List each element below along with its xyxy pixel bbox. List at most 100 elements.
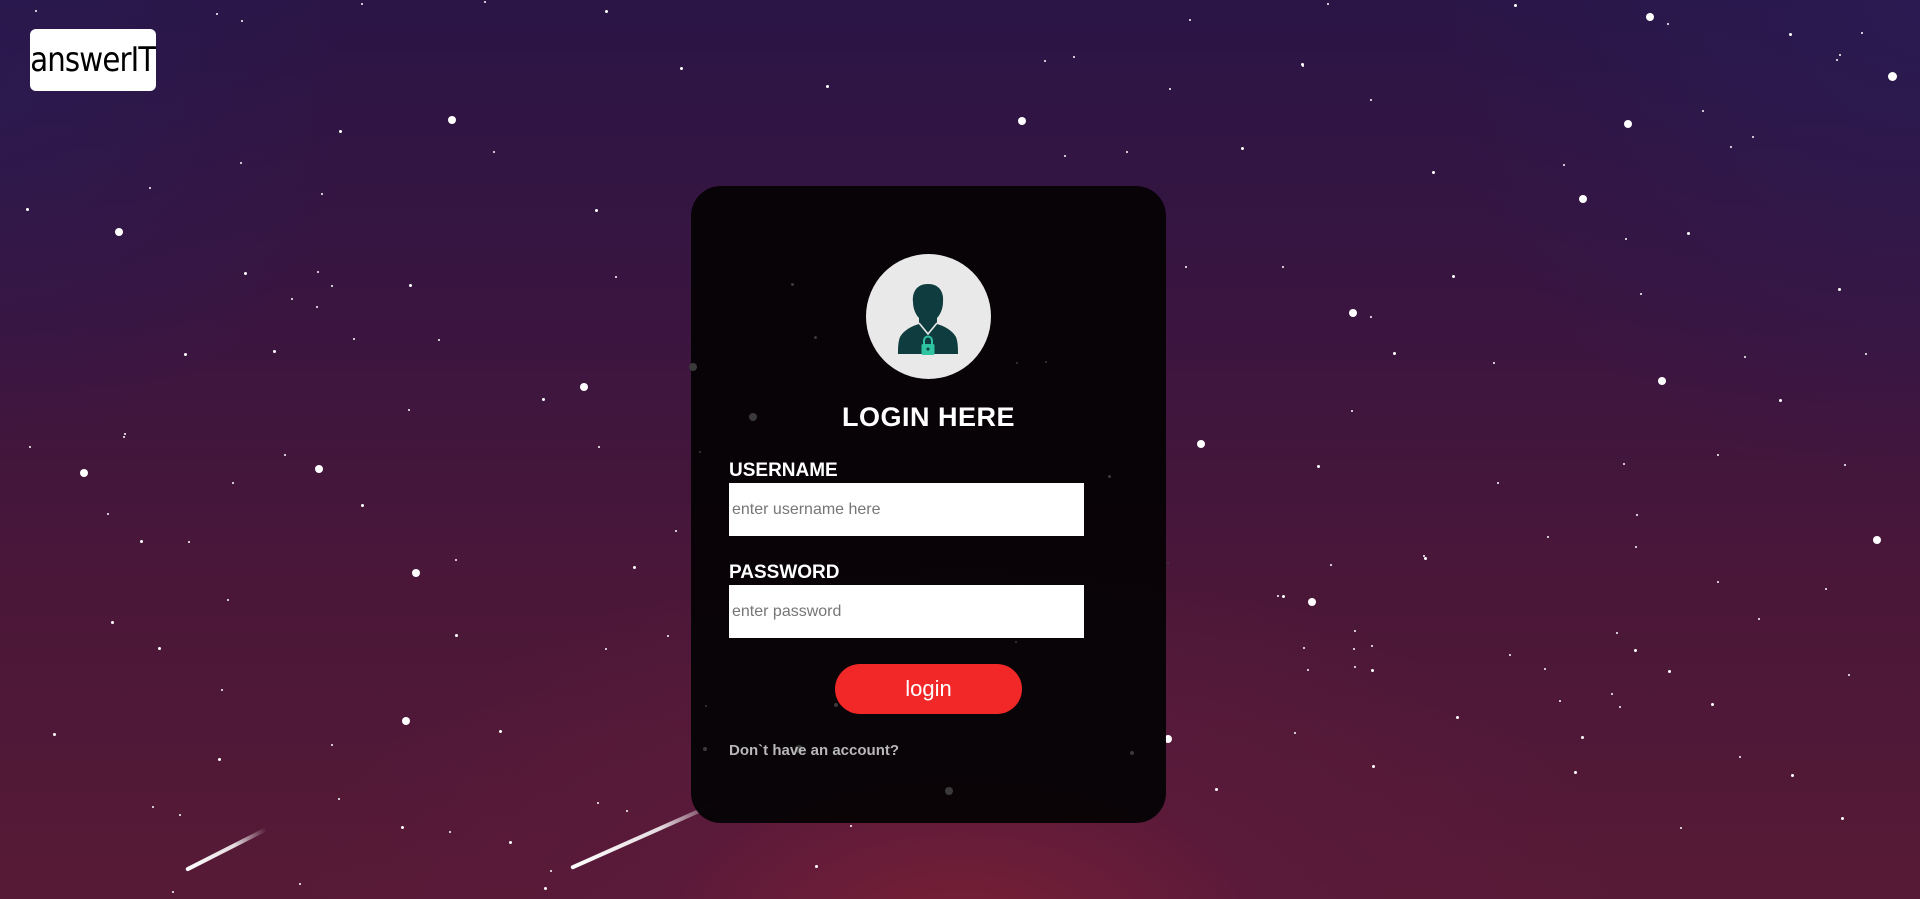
- card-particle: [699, 451, 701, 453]
- star: [299, 883, 301, 885]
- star: [1848, 674, 1850, 676]
- star: [1667, 23, 1669, 25]
- star: [400, 825, 404, 829]
- star: [455, 559, 457, 561]
- star: [1680, 827, 1682, 829]
- star: [597, 802, 599, 804]
- star: [321, 193, 323, 195]
- star: [408, 283, 412, 287]
- star: [1625, 238, 1627, 240]
- star: [1619, 706, 1621, 708]
- star: [1744, 356, 1746, 358]
- card-particle: [1167, 562, 1169, 564]
- star: [1277, 595, 1279, 597]
- star: [52, 732, 56, 736]
- star: [1752, 136, 1754, 138]
- card-particle: [1015, 641, 1017, 643]
- star: [353, 338, 355, 340]
- star: [1370, 668, 1374, 672]
- star: [1354, 630, 1356, 632]
- star: [1635, 546, 1637, 548]
- star: [1844, 464, 1846, 466]
- star: [1667, 669, 1671, 673]
- card-particle: [813, 335, 817, 339]
- star: [1281, 594, 1285, 598]
- star: [241, 20, 243, 22]
- star: [291, 298, 293, 300]
- star: [1836, 59, 1838, 61]
- star: [1351, 410, 1353, 412]
- star: [232, 482, 234, 484]
- star: [814, 864, 818, 868]
- star: [1837, 287, 1841, 291]
- star: [1710, 702, 1714, 706]
- card-particle: [1016, 362, 1018, 364]
- star: [1451, 274, 1455, 278]
- star: [1790, 773, 1794, 777]
- star: [360, 503, 364, 507]
- star: [1825, 588, 1827, 590]
- password-input[interactable]: [729, 585, 1084, 638]
- login-button[interactable]: login: [835, 664, 1022, 714]
- star: [315, 465, 323, 473]
- star: [35, 10, 37, 12]
- star: [152, 806, 154, 808]
- star: [605, 648, 607, 650]
- star: [1513, 3, 1517, 7]
- star: [139, 539, 143, 543]
- star: [1861, 32, 1863, 34]
- star: [284, 454, 286, 456]
- star: [217, 757, 221, 761]
- star: [149, 187, 151, 189]
- star: [1559, 700, 1561, 702]
- star: [454, 633, 458, 637]
- star: [1658, 377, 1666, 385]
- star: [1300, 62, 1304, 66]
- star: [1887, 71, 1897, 81]
- star: [157, 646, 161, 650]
- brand-logo[interactable]: answerIT: [30, 29, 156, 91]
- star: [1349, 309, 1357, 317]
- star: [1303, 647, 1305, 649]
- background-scene: answerIT LOGIN HERE USERNAME PASSWORD lo…: [0, 0, 1920, 899]
- star: [183, 352, 187, 356]
- card-particle: [945, 787, 953, 795]
- star: [1778, 398, 1782, 402]
- star: [338, 129, 342, 133]
- star: [1633, 648, 1637, 652]
- star: [1686, 231, 1690, 235]
- star: [221, 689, 223, 691]
- star: [675, 530, 677, 532]
- star: [449, 831, 451, 833]
- star: [188, 541, 190, 543]
- star: [124, 433, 126, 435]
- star: [1354, 666, 1356, 668]
- card-particle: [705, 705, 707, 707]
- star: [1214, 787, 1218, 791]
- star: [1371, 764, 1375, 768]
- star: [107, 513, 109, 515]
- login-card: LOGIN HERE USERNAME PASSWORD login Don`t…: [689, 186, 1169, 823]
- signup-link[interactable]: Don`t have an account?: [729, 742, 899, 759]
- star: [316, 306, 318, 308]
- star: [1547, 536, 1549, 538]
- star: [331, 744, 333, 746]
- star: [1580, 735, 1584, 739]
- star: [1370, 316, 1372, 318]
- star: [1563, 164, 1565, 166]
- star: [1308, 598, 1316, 606]
- star: [1126, 151, 1128, 153]
- star: [498, 729, 502, 733]
- star: [1544, 668, 1546, 670]
- star: [1423, 555, 1425, 557]
- card-particle: [1130, 751, 1134, 755]
- star: [632, 565, 636, 569]
- star: [1739, 756, 1741, 758]
- star: [80, 469, 88, 477]
- star: [216, 13, 218, 15]
- star: [1455, 715, 1459, 719]
- star: [1392, 351, 1396, 355]
- star: [25, 207, 29, 211]
- star: [1730, 146, 1732, 148]
- username-input[interactable]: [729, 483, 1084, 536]
